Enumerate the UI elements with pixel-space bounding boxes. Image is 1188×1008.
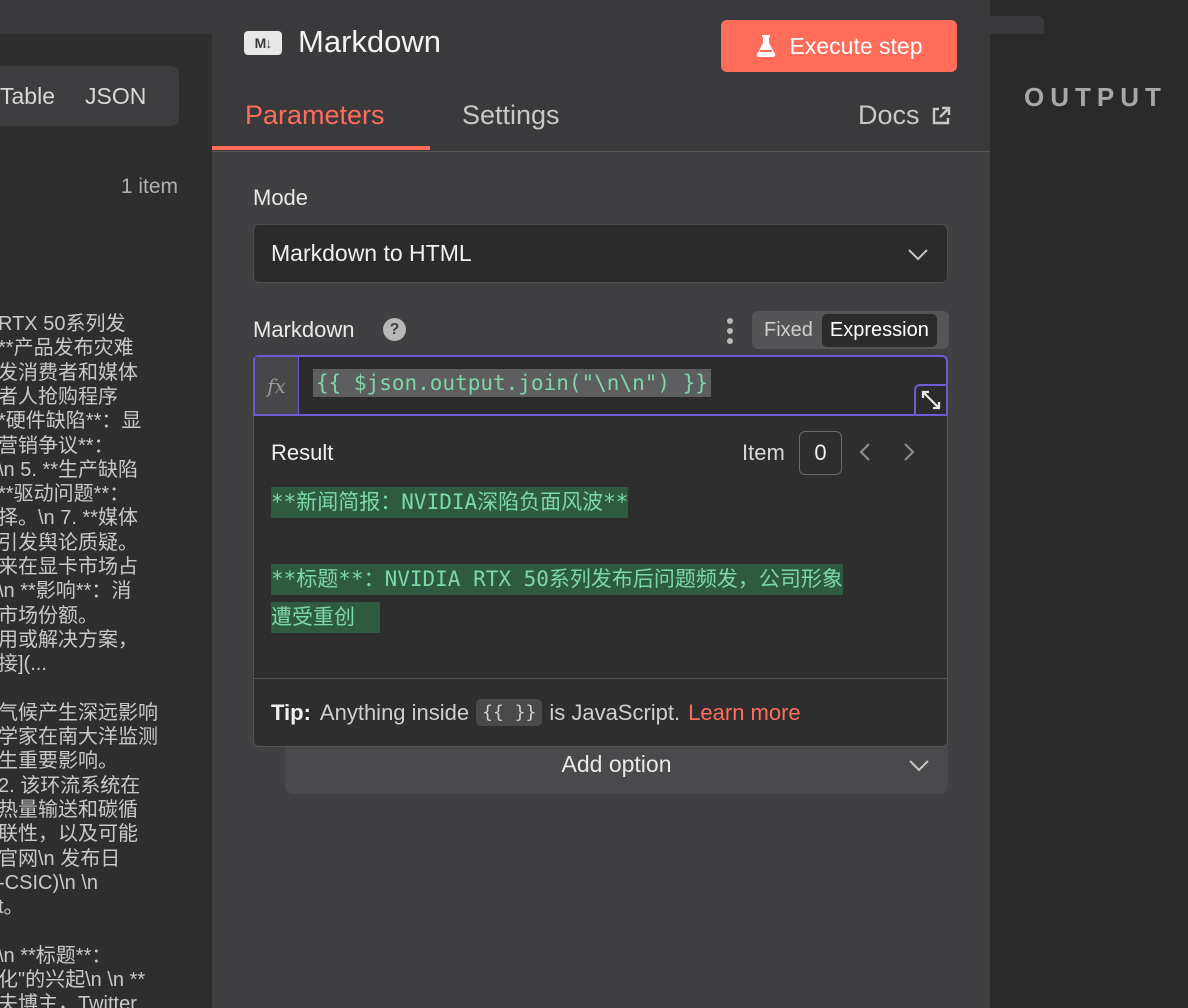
- node-title: Markdown: [298, 24, 441, 59]
- mode-label: Mode: [253, 185, 309, 210]
- input-text-line: -CSIC)\n \n: [0, 871, 99, 894]
- learn-more-link[interactable]: Learn more: [688, 700, 801, 726]
- input-text-line: \n **影响**：消: [0, 580, 132, 603]
- tip-bar: Tip: Anything inside {{ }} is JavaScript…: [254, 678, 947, 746]
- tab-parameters[interactable]: Parameters: [245, 100, 385, 131]
- input-text-line: 2. 该环流系统在: [0, 774, 141, 797]
- input-text-line: 生重要影响。: [0, 750, 118, 773]
- input-text-line: 发消费者和媒体: [0, 361, 138, 384]
- input-text-line: 联性，以及可能: [0, 823, 138, 846]
- flask-icon: [756, 35, 775, 57]
- mode-select[interactable]: Markdown to HTML: [253, 224, 948, 283]
- markdown-label: Markdown: [253, 317, 355, 342]
- result-line: **新闻简报：NVIDIA深陷负面风波**: [271, 487, 629, 518]
- node-header: M↓ Markdown Execute step Parameters Sett…: [212, 0, 990, 152]
- expand-editor-button[interactable]: [914, 384, 946, 414]
- expand-icon: [921, 390, 941, 410]
- input-text-line: 官网\n 发布日: [0, 847, 121, 870]
- input-text-line: \n 5. **生产缺陷: [0, 458, 139, 481]
- more-options-icon[interactable]: [727, 318, 733, 344]
- input-text-line: 化"的兴起\n \n **: [0, 969, 146, 992]
- item-index-input[interactable]: 0: [799, 431, 842, 475]
- input-text-line: 学家在南大洋监测: [0, 726, 158, 749]
- active-tab-indicator: [212, 146, 430, 150]
- input-text-line: t。: [0, 896, 24, 919]
- fixed-expression-toggle: Fixed Expression: [752, 311, 949, 349]
- input-text-line: 热量输送和碳循: [0, 799, 138, 821]
- add-option-label: Add option: [561, 750, 672, 777]
- tip-text-after: is JavaScript.: [549, 699, 681, 725]
- chevron-down-icon: [908, 249, 928, 261]
- input-panel-header: [0, 0, 212, 34]
- input-text-line: 引发舆论质疑。: [0, 531, 138, 554]
- result-line: 遭受重创: [271, 602, 381, 633]
- tab-settings[interactable]: Settings: [462, 100, 560, 131]
- docs-label: Docs: [858, 100, 920, 130]
- tip-prefix: Tip:: [271, 699, 311, 725]
- tip-text: Anything inside: [319, 699, 470, 725]
- input-text-line: 夫博主，Twitter: [0, 993, 137, 1008]
- item-label: Item: [742, 440, 785, 465]
- output-panel: OUTPUT: [990, 0, 1188, 1008]
- items-count: 1 item: [120, 175, 178, 198]
- chevron-down-icon: [909, 760, 929, 772]
- execute-step-button[interactable]: Execute step: [721, 20, 957, 72]
- input-text-line: 用或解决方案，: [0, 628, 138, 651]
- input-text-line: 者人抢购程序: [0, 385, 118, 408]
- mode-select-value: Markdown to HTML: [271, 240, 472, 266]
- input-text-line: 营销争议**：: [0, 434, 114, 457]
- toggle-expression[interactable]: Expression: [821, 313, 937, 347]
- expression-editor[interactable]: fx {{ $json.output.join("\n\n") }}: [253, 355, 948, 416]
- view-tab-table[interactable]: Table: [0, 83, 55, 110]
- output-label: OUTPUT: [1024, 82, 1167, 112]
- chevron-right-icon[interactable]: [898, 440, 920, 464]
- view-switch: Table JSON: [0, 66, 179, 126]
- input-text-line: \n **标题**：: [0, 944, 112, 967]
- help-icon[interactable]: ?: [383, 318, 406, 341]
- output-panel-header: [990, 16, 1044, 34]
- input-text-line: 择。\n 7. **媒体: [0, 507, 139, 530]
- input-text-line: 接](...: [0, 653, 47, 676]
- input-text-line: 气候产生深远影响: [0, 701, 158, 724]
- input-text-line: 市场份额。: [0, 604, 98, 627]
- node-details-panel: M↓ Markdown Execute step Parameters Sett…: [212, 0, 990, 1008]
- external-link-icon: [932, 106, 950, 124]
- toggle-fixed[interactable]: Fixed: [755, 319, 822, 342]
- docs-link[interactable]: Docs: [858, 100, 952, 131]
- input-text-line: 来在显卡市场占: [0, 556, 138, 578]
- input-text-line: **驱动问题**：: [0, 483, 130, 506]
- expression-text[interactable]: {{ $json.output.join("\n\n") }}: [313, 369, 711, 397]
- fx-icon: fx: [255, 357, 299, 414]
- result-line: **标题**：NVIDIA RTX 50系列发布后问题频发，公司形象: [271, 564, 843, 595]
- chevron-left-icon[interactable]: [854, 440, 876, 464]
- input-panel: Table JSON 1 item RTX 50系列发 **产品发布灾难 发消费者和…: [0, 0, 212, 1008]
- execute-step-label: Execute step: [789, 32, 923, 59]
- input-text-line: **产品发布灾难: [0, 337, 134, 360]
- input-text-line: RTX 50系列发: [0, 313, 126, 335]
- tip-code: {{ }}: [476, 699, 543, 726]
- view-tab-json[interactable]: JSON: [85, 83, 146, 110]
- result-label: Result: [271, 440, 334, 465]
- expression-result-panel: Result Item 0 **新闻简报：NVIDIA深陷负面风波** **标题…: [253, 416, 948, 747]
- markdown-icon: M↓: [244, 31, 282, 55]
- input-text-line: *硬件缺陷**：显: [0, 410, 142, 433]
